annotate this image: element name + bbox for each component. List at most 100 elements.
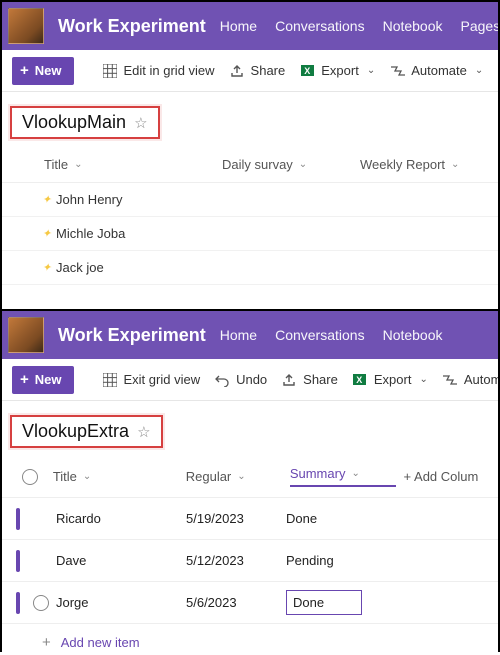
automate-icon (442, 372, 458, 388)
list-item[interactable]: ✦ Jack joe (2, 251, 498, 285)
plus-icon: + (20, 63, 29, 78)
toolbar-extra: + New Exit grid view Undo Share X (2, 359, 498, 401)
column-weekly-label: Weekly Report (360, 157, 445, 172)
undo-label: Undo (236, 372, 267, 387)
table-row[interactable]: Ricardo 5/19/2023 Done (2, 498, 498, 540)
new-label: New (35, 63, 62, 78)
chevron-down-icon: ⌄ (299, 159, 307, 170)
share-button[interactable]: Share (229, 63, 286, 79)
column-title-label: Title (53, 469, 77, 484)
table-row[interactable]: Dave 5/12/2023 Pending (2, 540, 498, 582)
cell-regular: 5/19/2023 (186, 511, 244, 526)
nav-conversations[interactable]: Conversations (275, 327, 365, 343)
new-label: New (35, 372, 62, 387)
panel-vlookupmain: Work Experiment Home Conversations Noteb… (2, 2, 498, 309)
new-badge-icon: ✦ (42, 261, 54, 274)
cell-regular: 5/12/2023 (186, 553, 244, 568)
edit-in-grid-view[interactable]: Edit in grid view (102, 63, 215, 79)
chevron-down-icon: ⌄ (74, 159, 82, 170)
site-logo (8, 8, 44, 44)
row-select[interactable] (26, 595, 56, 611)
grid-icon (102, 372, 118, 388)
list-title: VlookupMain (22, 112, 126, 133)
cell-summary: Pending (286, 553, 334, 568)
cell-title: Dave (56, 553, 86, 568)
column-title[interactable]: Title ⌄ (44, 157, 214, 172)
share-label: Share (251, 63, 286, 78)
automate-button[interactable]: Autom (442, 372, 498, 388)
column-daily-survay[interactable]: Daily survay ⌄ (222, 157, 352, 172)
automate-label: Autom (464, 372, 498, 387)
panel-vlookupextra: Work Experiment Home Conversations Noteb… (2, 311, 498, 655)
list-title-highlight: VlookupMain ☆ (10, 106, 160, 139)
list-item[interactable]: ✦ John Henry (2, 183, 498, 217)
column-daily-label: Daily survay (222, 157, 293, 172)
nav-notebook[interactable]: Notebook (383, 327, 443, 343)
integrate-icon (497, 63, 498, 79)
automate-button[interactable]: Automate ⌄ (389, 63, 483, 79)
column-regular[interactable]: Regular ⌄ (186, 469, 282, 484)
nav-home[interactable]: Home (220, 18, 257, 34)
nav-notebook[interactable]: Notebook (383, 18, 443, 34)
share-icon (229, 63, 245, 79)
column-title-label: Title (44, 157, 68, 172)
share-button[interactable]: Share (281, 372, 338, 388)
nav-links: Home Conversations Notebook Pages Do (220, 18, 498, 34)
toolbar-main: + New Edit in grid view Share X Export ⌄ (2, 50, 498, 92)
top-nav: Work Experiment Home Conversations Noteb… (2, 2, 498, 50)
new-button[interactable]: + New (12, 57, 74, 85)
integrate-button[interactable]: Integrate (497, 63, 498, 79)
row-marker (16, 592, 20, 614)
cell-regular: 5/6/2023 (186, 595, 237, 610)
column-title[interactable]: Title ⌄ (53, 469, 178, 484)
star-icon[interactable]: ☆ (134, 114, 147, 132)
add-column-label: + Add Colum (404, 469, 479, 484)
cell-title: Jorge (56, 595, 89, 610)
chevron-down-icon: ⌄ (475, 65, 483, 76)
exit-grid-label: Exit grid view (124, 372, 201, 387)
plus-icon: + (20, 372, 29, 387)
chevron-down-icon: ⌄ (237, 471, 245, 482)
add-column[interactable]: + Add Colum (404, 469, 490, 484)
column-headers: Title ⌄ Daily survay ⌄ Weekly Report ⌄ (2, 145, 498, 183)
column-weekly-report[interactable]: Weekly Report ⌄ (360, 157, 480, 172)
star-icon[interactable]: ☆ (137, 423, 150, 441)
table-row[interactable]: Jorge 5/6/2023 Done (2, 582, 498, 624)
share-label: Share (303, 372, 338, 387)
automate-label: Automate (411, 63, 467, 78)
automate-icon (389, 63, 405, 79)
select-all[interactable] (16, 469, 45, 485)
cell-summary-editing[interactable]: Done (286, 590, 362, 615)
row-title: John Henry (56, 192, 122, 207)
column-summary-label: Summary (290, 466, 346, 481)
svg-text:X: X (357, 375, 363, 385)
column-headers: Title ⌄ Regular ⌄ Summary ⌄ + Add Colum (2, 454, 498, 498)
column-summary[interactable]: Summary ⌄ (290, 466, 396, 487)
top-nav-2: Work Experiment Home Conversations Noteb… (2, 311, 498, 359)
row-select[interactable] (26, 511, 56, 527)
new-button[interactable]: + New (12, 366, 74, 394)
add-item-label: Add new item (61, 635, 140, 650)
nav-home[interactable]: Home (220, 327, 257, 343)
export-label: Export (321, 63, 359, 78)
radio-icon (33, 595, 49, 611)
chevron-down-icon: ⌄ (367, 65, 375, 76)
row-select[interactable] (26, 553, 56, 569)
add-new-item[interactable]: + Add new item (2, 624, 498, 655)
nav-pages[interactable]: Pages (461, 18, 498, 34)
undo-button[interactable]: Undo (214, 372, 267, 388)
exit-grid-view[interactable]: Exit grid view (102, 372, 201, 388)
site-title: Work Experiment (58, 16, 206, 37)
list-title-highlight: VlookupExtra ☆ (10, 415, 163, 448)
list-title: VlookupExtra (22, 421, 129, 442)
list-item[interactable]: ✦ Michle Joba (2, 217, 498, 251)
chevron-down-icon: ⌄ (83, 471, 91, 482)
chevron-down-icon: ⌄ (419, 374, 427, 385)
nav-conversations[interactable]: Conversations (275, 18, 365, 34)
export-button[interactable]: X Export ⌄ (299, 63, 375, 79)
undo-icon (214, 372, 230, 388)
plus-icon: + (42, 634, 51, 651)
row-title: Jack joe (56, 260, 104, 275)
export-button[interactable]: X Export ⌄ (352, 372, 428, 388)
excel-icon: X (352, 372, 368, 388)
